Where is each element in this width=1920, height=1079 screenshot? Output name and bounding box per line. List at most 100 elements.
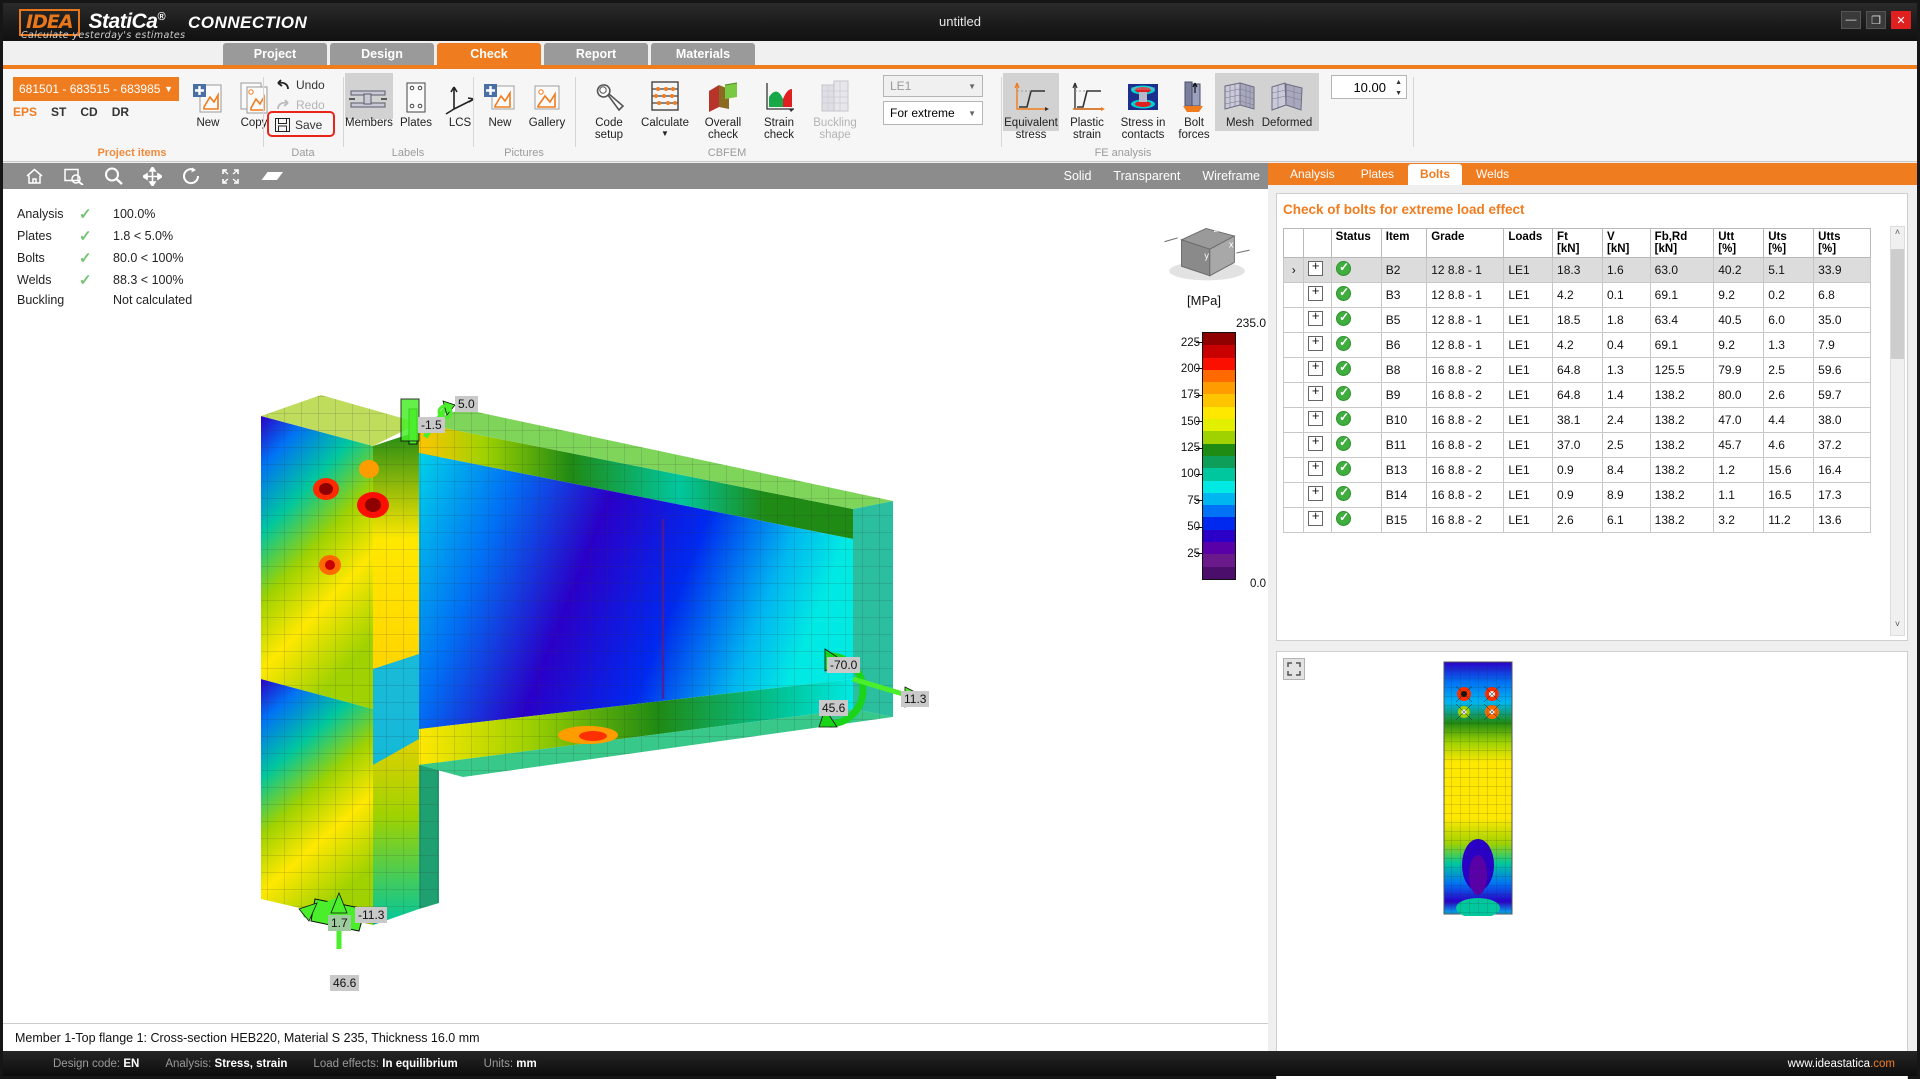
status-cell[interactable] xyxy=(1331,283,1381,308)
row-plus[interactable] xyxy=(1304,458,1331,483)
picture-new-button[interactable]: New xyxy=(477,75,523,129)
row-plus[interactable] xyxy=(1304,508,1331,533)
row-expand-plus-icon[interactable] xyxy=(1308,486,1323,501)
rotate-icon[interactable] xyxy=(182,167,201,185)
bolts-col-header[interactable]: Utts[%] xyxy=(1814,229,1871,258)
row-expand-plus-icon[interactable] xyxy=(1308,461,1323,476)
row-expand-plus-icon[interactable] xyxy=(1308,336,1323,351)
extreme-select[interactable]: For extreme ▼ xyxy=(883,101,983,125)
status-cell[interactable] xyxy=(1331,383,1381,408)
code-cd[interactable]: CD xyxy=(80,105,97,119)
mesh-button[interactable]: Mesh xyxy=(1217,75,1263,129)
row-expander[interactable] xyxy=(1284,383,1304,408)
row-expand-plus-icon[interactable] xyxy=(1308,436,1323,451)
status-cell[interactable] xyxy=(1331,258,1381,283)
orientation-cube-icon[interactable]: z y x xyxy=(1164,219,1250,287)
bolts-col-header[interactable] xyxy=(1284,229,1304,258)
stepper-arrows[interactable]: ▲▼ xyxy=(1395,79,1402,97)
table-row[interactable]: B1516 8.8 - 2LE12.66.1138.23.211.213.6 xyxy=(1284,508,1871,533)
status-cell[interactable] xyxy=(1331,408,1381,433)
table-row[interactable]: B312 8.8 - 1LE14.20.169.19.20.26.8 xyxy=(1284,283,1871,308)
connection-3d-model[interactable] xyxy=(233,209,1093,949)
bolts-col-header[interactable] xyxy=(1304,229,1331,258)
tab-project[interactable]: Project xyxy=(223,43,327,65)
bolts-table-scrollbar[interactable]: ˄ ˅ xyxy=(1890,226,1905,636)
tab-welds[interactable]: Welds xyxy=(1464,164,1521,185)
plate-stress-preview[interactable] xyxy=(1442,660,1514,916)
tab-materials[interactable]: Materials xyxy=(651,43,755,65)
row-expander[interactable] xyxy=(1284,358,1304,383)
calculate-button[interactable]: Calculate ▼ xyxy=(637,75,693,138)
expand-detail-button[interactable] xyxy=(1283,658,1305,680)
code-dr[interactable]: DR xyxy=(112,105,129,119)
status-cell[interactable] xyxy=(1331,358,1381,383)
bolts-table-scroll-area[interactable]: StatusItemGradeLoadsFt[kN]V[kN]Fb,Rd[kN]… xyxy=(1283,228,1891,634)
bolts-col-header[interactable]: Utt[%] xyxy=(1714,229,1764,258)
tab-check[interactable]: Check xyxy=(437,43,541,65)
tab-bolts[interactable]: Bolts xyxy=(1408,164,1462,185)
row-plus[interactable] xyxy=(1304,433,1331,458)
bolts-col-header[interactable]: Fb,Rd[kN] xyxy=(1650,229,1714,258)
row-expand-plus-icon[interactable] xyxy=(1308,286,1323,301)
row-expand-plus-icon[interactable] xyxy=(1308,311,1323,326)
table-row[interactable]: B512 8.8 - 1LE118.51.863.440.56.035.0 xyxy=(1284,308,1871,333)
bolts-col-header[interactable]: Uts[%] xyxy=(1764,229,1814,258)
bolts-col-header[interactable]: Loads xyxy=(1504,229,1553,258)
equivalent-stress-button[interactable]: Equivalent stress xyxy=(1003,75,1059,141)
deformation-scale-stepper[interactable]: 10.00 ▲▼ xyxy=(1331,75,1407,99)
bolts-col-header[interactable]: Ft[kN] xyxy=(1553,229,1603,258)
row-plus[interactable] xyxy=(1304,283,1331,308)
undo-button[interactable]: Undo xyxy=(273,75,325,95)
row-expand-plus-icon[interactable] xyxy=(1308,261,1323,276)
view-box-icon[interactable] xyxy=(260,169,284,184)
row-expander[interactable] xyxy=(1284,283,1304,308)
view-mode-wireframe[interactable]: Wireframe xyxy=(1202,169,1260,183)
row-plus[interactable] xyxy=(1304,383,1331,408)
status-cell[interactable] xyxy=(1331,433,1381,458)
bolt-forces-button[interactable]: Bolt forces xyxy=(1171,75,1217,141)
row-plus[interactable] xyxy=(1304,408,1331,433)
table-row[interactable]: B1316 8.8 - 2LE10.98.4138.21.215.616.4 xyxy=(1284,458,1871,483)
row-expander-icon[interactable]: › xyxy=(1292,263,1296,277)
tab-plates[interactable]: Plates xyxy=(1349,164,1406,185)
status-cell[interactable] xyxy=(1331,483,1381,508)
table-row[interactable]: B1416 8.8 - 2LE10.98.9138.21.116.517.3 xyxy=(1284,483,1871,508)
status-cell[interactable] xyxy=(1331,458,1381,483)
table-row[interactable]: B1116 8.8 - 2LE137.02.5138.245.74.637.2 xyxy=(1284,433,1871,458)
tab-report[interactable]: Report xyxy=(544,43,648,65)
view-mode-solid[interactable]: Solid xyxy=(1064,169,1092,183)
project-item-selector[interactable]: 681501 - 683515 - 683985 ▼ xyxy=(13,77,179,101)
load-case-select[interactable]: LE1 ▼ xyxy=(883,75,983,97)
row-plus[interactable] xyxy=(1304,308,1331,333)
table-row[interactable]: ›B212 8.8 - 1LE118.31.663.040.25.133.9 xyxy=(1284,258,1871,283)
status-cell[interactable] xyxy=(1331,308,1381,333)
scroll-up-icon[interactable]: ˄ xyxy=(1891,227,1904,243)
table-row[interactable]: B816 8.8 - 2LE164.81.3125.579.92.559.6 xyxy=(1284,358,1871,383)
home-icon[interactable] xyxy=(25,168,44,185)
row-expander[interactable] xyxy=(1284,483,1304,508)
table-row[interactable]: B916 8.8 - 2LE164.81.4138.280.02.659.7 xyxy=(1284,383,1871,408)
stress-in-contacts-button[interactable]: Stress in contacts xyxy=(1115,75,1171,141)
pan-icon[interactable] xyxy=(143,167,162,186)
row-expand-plus-icon[interactable] xyxy=(1308,361,1323,376)
row-expander[interactable] xyxy=(1284,333,1304,358)
row-expander[interactable] xyxy=(1284,508,1304,533)
deformed-button[interactable]: Deformed xyxy=(1259,75,1315,129)
row-expander[interactable] xyxy=(1284,433,1304,458)
row-plus[interactable] xyxy=(1304,483,1331,508)
gallery-button[interactable]: Gallery xyxy=(519,75,575,129)
table-row[interactable]: B612 8.8 - 1LE14.20.469.19.21.37.9 xyxy=(1284,333,1871,358)
fit-icon[interactable] xyxy=(221,168,240,185)
overall-check-button[interactable]: Overall check xyxy=(695,75,751,141)
scroll-down-icon[interactable]: ˅ xyxy=(1891,619,1904,635)
bolts-col-header[interactable]: Grade xyxy=(1427,229,1504,258)
code-setup-button[interactable]: Code setup xyxy=(581,75,637,141)
bolts-table[interactable]: StatusItemGradeLoadsFt[kN]V[kN]Fb,Rd[kN]… xyxy=(1283,228,1871,533)
code-eps[interactable]: EPS xyxy=(13,105,37,119)
minimize-icon[interactable]: — xyxy=(1841,11,1861,29)
model-viewport[interactable]: Analysis ✓ 100.0% Plates ✓ 1.8 < 5.0% Bo… xyxy=(3,189,1268,1023)
row-expander[interactable]: › xyxy=(1284,258,1304,283)
bolts-col-header[interactable]: Item xyxy=(1381,229,1426,258)
bolts-col-header[interactable]: Status xyxy=(1331,229,1381,258)
row-plus[interactable] xyxy=(1304,333,1331,358)
